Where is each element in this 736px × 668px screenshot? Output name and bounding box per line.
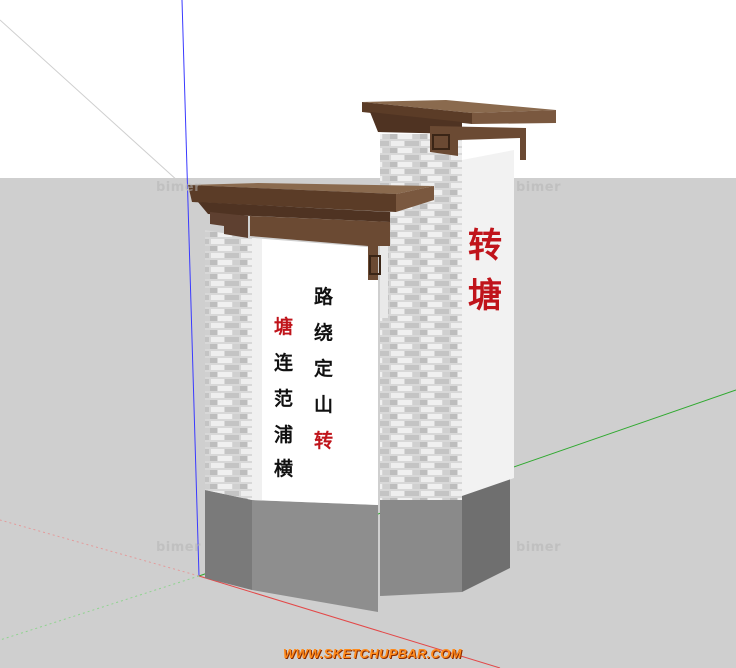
watermark: bimer [156,180,202,195]
inscription-char: 山 [314,394,334,416]
back-inscription-char: 塘 [468,276,502,316]
front-panel-shade [252,238,262,500]
front-brick-left [205,230,252,500]
watermark: bimer [156,540,202,555]
inscription-char: 横 [274,458,294,480]
front-rear-block [380,244,388,318]
back-inscription-char: 转 [468,226,502,266]
inscription-char: 路 [314,286,334,308]
watermark: bimer [516,180,562,195]
watermark: bimer [516,540,562,555]
back-plinth-front [380,495,462,596]
inscription-char: 浦 [274,424,294,446]
model-scene [0,0,736,668]
sky [0,0,736,178]
back-panel-side [462,150,514,496]
inscription-char: 塘 [274,316,294,338]
inscription-char: 定 [314,358,334,380]
site-url-watermark: WWW.SKETCHUPBAR.COM [283,646,462,661]
sketchup-viewport[interactable]: bimer bimer bimer bimer 路 绕 定 山 转 塘 连 范 … [0,0,736,668]
inscription-char: 绕 [314,322,334,344]
inscription-char: 转 [314,430,334,452]
front-plinth-left [205,490,252,590]
inscription-char: 连 [274,352,294,374]
inscription-char: 范 [274,388,294,410]
